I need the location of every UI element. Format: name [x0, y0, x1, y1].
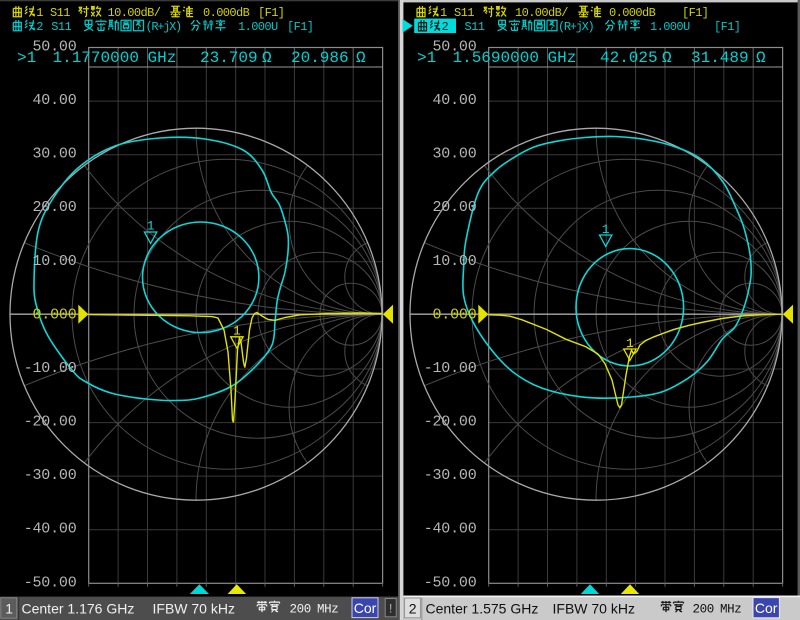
svg-text:23.709: 23.709: [200, 49, 258, 67]
svg-text:1.000U: 1.000U: [238, 20, 278, 34]
svg-text:Center 1.575 GHz: Center 1.575 GHz: [426, 600, 539, 616]
svg-text:-40.00: -40.00: [24, 521, 77, 538]
svg-text:MHz: MHz: [720, 603, 741, 617]
svg-text:30.00: 30.00: [432, 146, 476, 163]
svg-text:0.000dB: 0.000dB: [203, 6, 250, 20]
svg-text:1: 1: [626, 336, 634, 351]
svg-text:-30.00: -30.00: [24, 467, 77, 484]
svg-text:20.00: 20.00: [32, 199, 76, 216]
svg-text:-50.00: -50.00: [24, 574, 77, 591]
svg-text:Cor: Cor: [354, 600, 377, 616]
svg-text:Ω: Ω: [756, 49, 766, 67]
svg-text:0.000dB: 0.000dB: [609, 6, 656, 20]
svg-text:1.000U: 1.000U: [650, 20, 690, 34]
svg-text:Center 1.176 GHz: Center 1.176 GHz: [22, 600, 135, 616]
svg-text:200: 200: [693, 603, 714, 617]
svg-text:Ω: Ω: [662, 49, 672, 67]
svg-text:S11: S11: [454, 6, 474, 20]
svg-text:GHz: GHz: [148, 49, 177, 67]
svg-text:S11: S11: [465, 20, 485, 34]
svg-text:0.000: 0.000: [432, 306, 476, 323]
svg-text:10.00: 10.00: [32, 253, 76, 270]
svg-text:2: 2: [36, 20, 43, 34]
svg-text:(R+jX): (R+jX): [146, 20, 182, 34]
svg-text:-30.00: -30.00: [424, 467, 477, 484]
svg-text:30.00: 30.00: [32, 146, 76, 163]
svg-text:0.000: 0.000: [32, 306, 76, 323]
svg-text:-50.00: -50.00: [424, 574, 477, 591]
svg-text:10.00dB/: 10.00dB/: [515, 6, 568, 20]
svg-text:10.00: 10.00: [432, 253, 476, 270]
svg-text:[F1]: [F1]: [287, 20, 313, 34]
svg-text:[F1]: [F1]: [682, 6, 708, 20]
svg-text:-20.00: -20.00: [24, 414, 77, 431]
svg-text:40.00: 40.00: [32, 92, 76, 109]
svg-text:-10.00: -10.00: [424, 360, 477, 377]
svg-text:31.489: 31.489: [691, 49, 749, 67]
svg-text:Ω: Ω: [356, 49, 366, 67]
svg-text:42.025: 42.025: [600, 49, 658, 67]
svg-text:[F1]: [F1]: [714, 20, 740, 34]
svg-text:Cor: Cor: [755, 600, 778, 616]
svg-text:Ω: Ω: [262, 49, 272, 67]
svg-text:1: 1: [233, 324, 241, 339]
svg-text:GHz: GHz: [548, 49, 577, 67]
svg-text:2: 2: [409, 600, 417, 616]
svg-text:1: 1: [602, 222, 610, 237]
svg-text:IFBW 70 kHz: IFBW 70 kHz: [553, 600, 635, 616]
svg-text:10.00dB/: 10.00dB/: [108, 6, 161, 20]
svg-text:40.00: 40.00: [432, 92, 476, 109]
svg-text:S11: S11: [51, 20, 71, 34]
svg-text:20.00: 20.00: [432, 199, 476, 216]
svg-text:-10.00: -10.00: [24, 360, 77, 377]
svg-text:(R+jX): (R+jX): [558, 20, 594, 34]
svg-text:-20.00: -20.00: [424, 414, 477, 431]
svg-text:50.00: 50.00: [32, 39, 76, 56]
svg-text:1: 1: [5, 600, 13, 616]
svg-text:!: !: [387, 602, 395, 617]
svg-text:2: 2: [442, 20, 449, 34]
svg-text:-40.00: -40.00: [424, 521, 477, 538]
svg-text:1: 1: [36, 6, 43, 20]
svg-text:IFBW 70 kHz: IFBW 70 kHz: [153, 600, 235, 616]
svg-text:S11: S11: [50, 6, 70, 20]
svg-text:[F1]: [F1]: [258, 6, 284, 20]
svg-text:1: 1: [440, 6, 447, 20]
svg-text:200: 200: [290, 603, 311, 617]
svg-text:1: 1: [147, 219, 155, 234]
svg-text:MHz: MHz: [317, 603, 338, 617]
svg-text:20.986: 20.986: [291, 49, 349, 67]
svg-text:50.00: 50.00: [432, 39, 476, 56]
